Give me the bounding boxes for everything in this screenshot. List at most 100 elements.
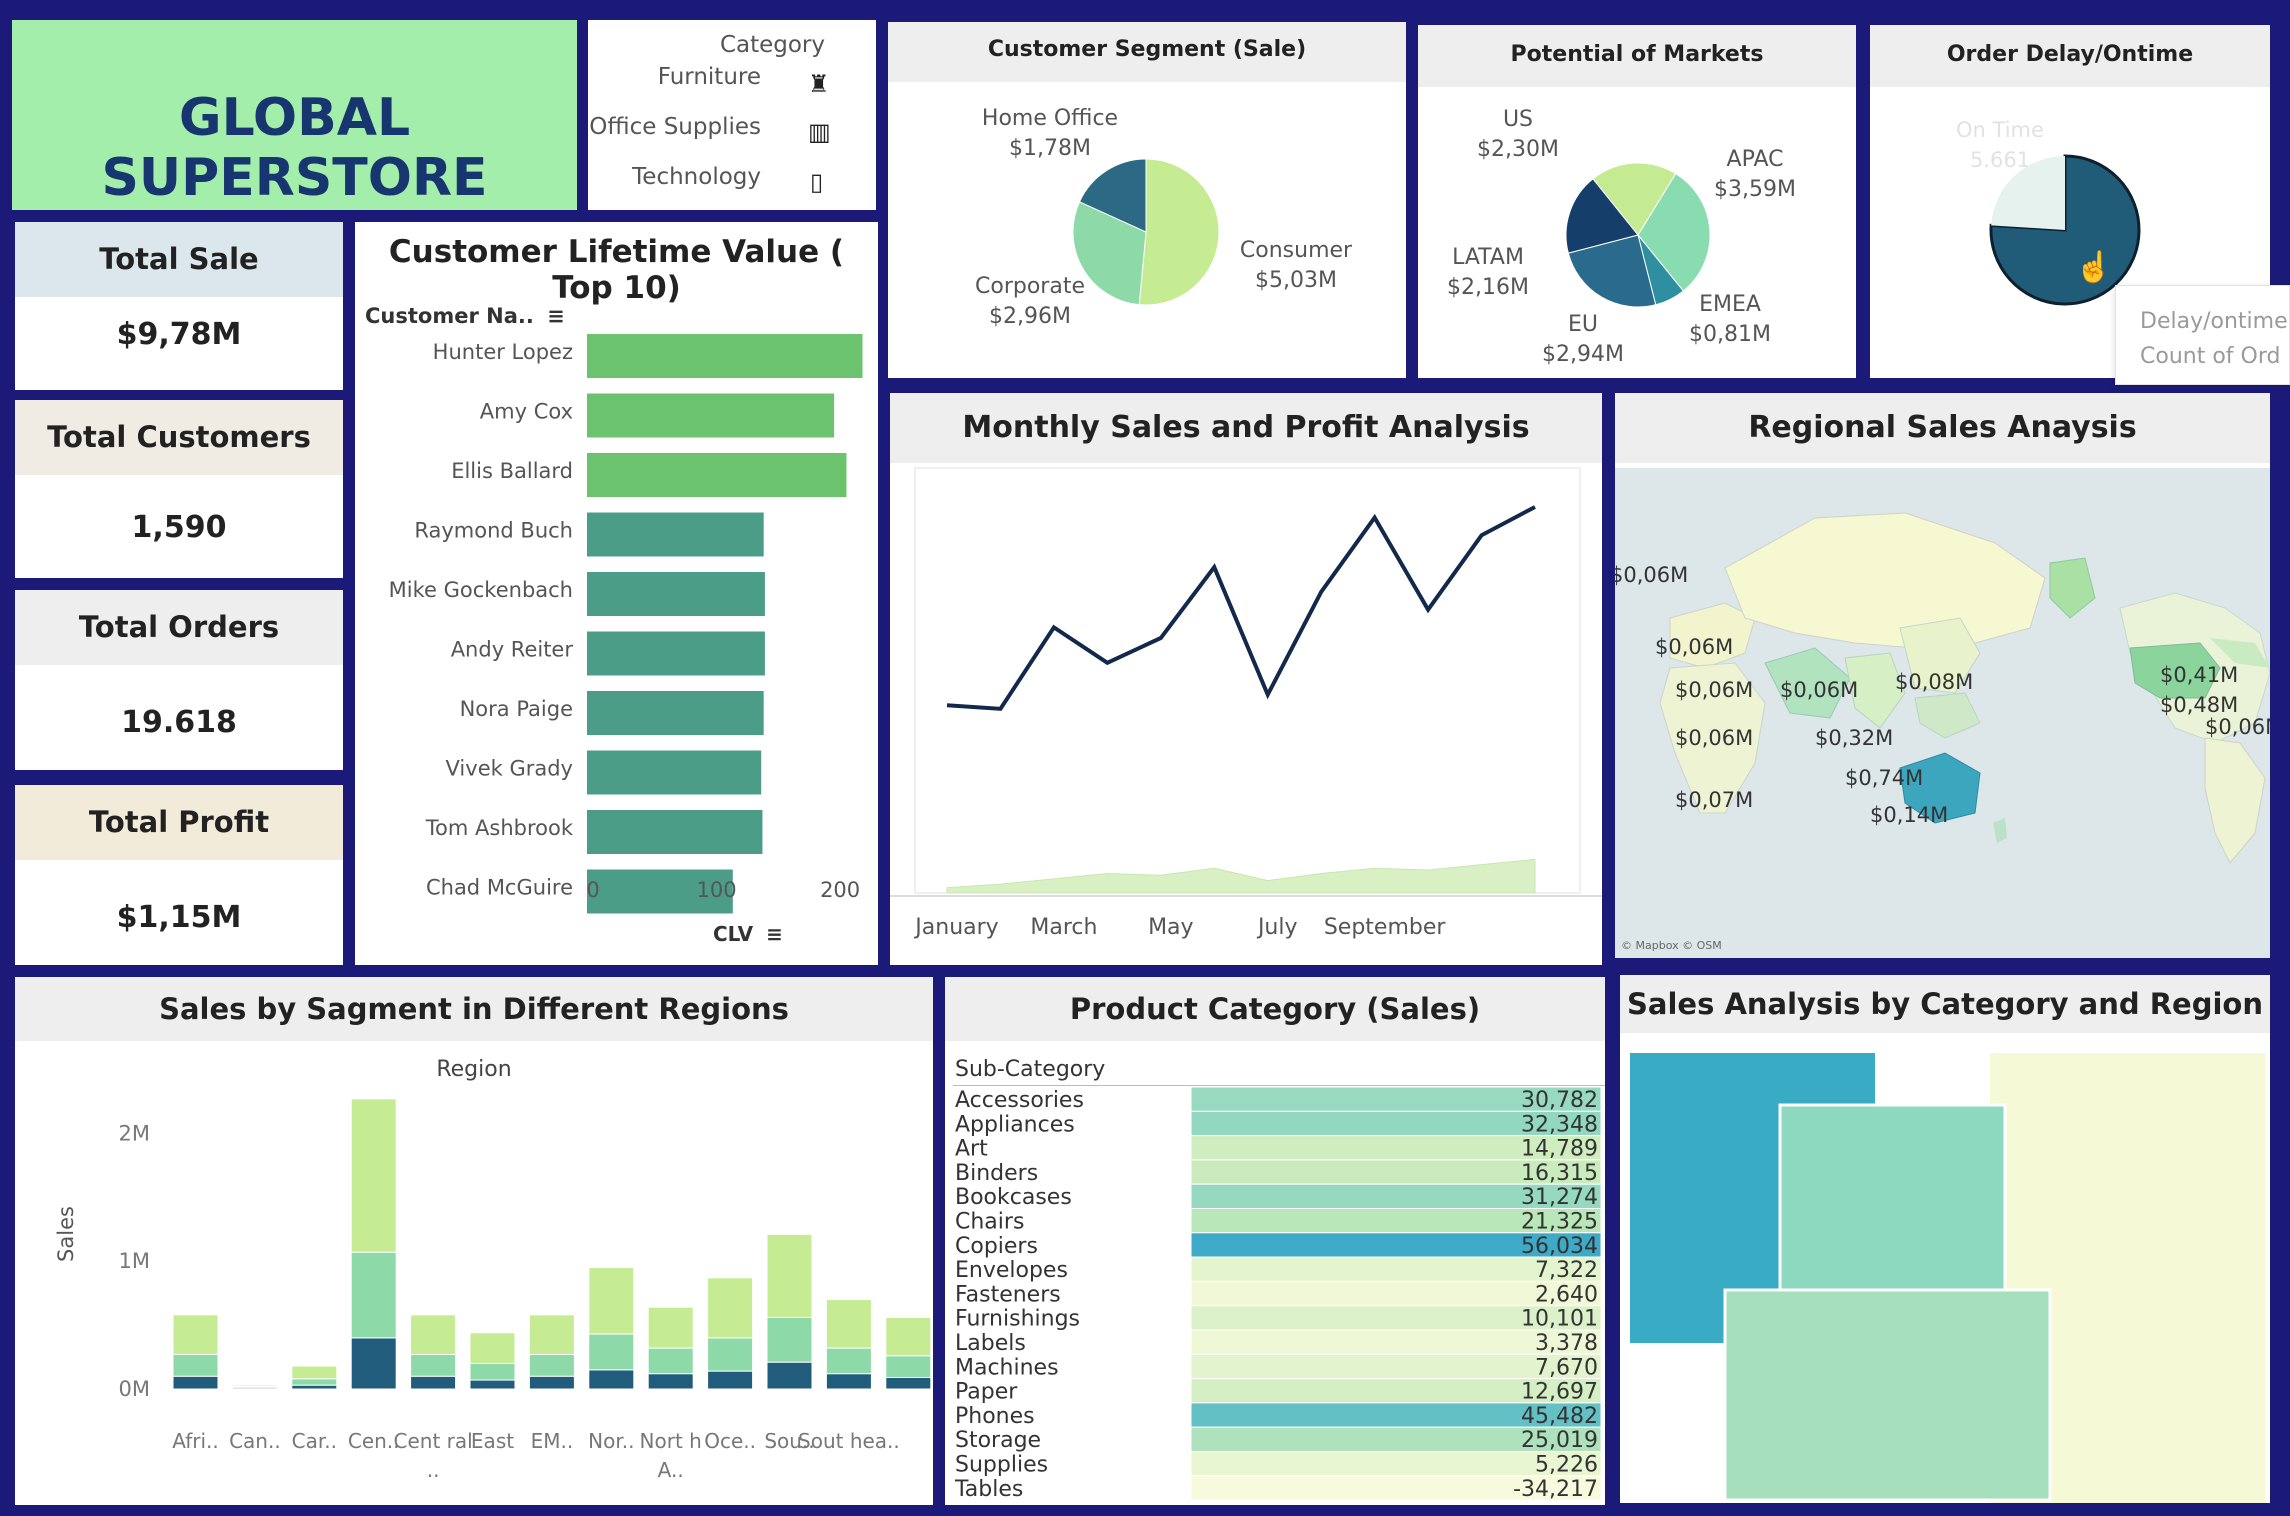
map-attribution: © Mapbox © OSM [1621,939,1722,952]
mkt-latam-value: $2,16M [1447,275,1529,300]
map-value-label: $0,74M [1845,766,1924,790]
map-value-label: $0,14M [1870,803,1949,827]
legend-item-furniture[interactable]: Furniture ♜ [588,62,876,106]
month-tick-label: May [1148,915,1193,940]
stacked-bar-segment [469,1362,516,1381]
region-tick-label: Sout hea.. [798,1429,900,1453]
sales-value: 14,789 [1521,1137,1598,1162]
kpi-total-customers-label: Total Customers [15,400,343,475]
map-value-label: $0,07M [1675,788,1754,812]
kpi-total-customers: Total Customers 1,590 [15,400,343,578]
stacked-bar-segment [885,1316,932,1357]
clv-row-label: Chad McGuire [426,876,573,900]
mkt-eu-value: $2,94M [1542,342,1624,367]
legend-item-technology[interactable]: Technology ▯ [588,162,876,206]
sales-value: 3,378 [1535,1331,1598,1356]
stacked-bar-segment [410,1375,457,1390]
month-tick-label: July [1256,915,1298,940]
sales-value: 7,322 [1535,1258,1598,1283]
subcategory-label: Envelopes [955,1258,1068,1283]
clv-row-label: Amy Cox [480,400,573,424]
seg-consumer-name: Consumer [1239,238,1353,263]
sales-value: 56,034 [1521,1234,1598,1259]
legend-label-furniture: Furniture [657,64,761,90]
stacked-bar-segment [766,1316,813,1363]
title-panel: GLOBAL SUPERSTORE [12,20,577,210]
seg-home-office-value: $1,78M [1009,136,1091,161]
clv-bar [587,810,763,854]
kpi-total-orders-value: 19.618 [121,705,237,740]
kpi-total-sale-value: $9,78M [116,317,242,352]
subcategory-label: Supplies [955,1453,1048,1478]
legend-item-office-supplies[interactable]: Office Supplies ▥ [588,112,876,156]
stacked-bar-segment [291,1384,338,1390]
y-tick-label: 1M [119,1249,150,1273]
phone-icon: ▯ [810,169,824,196]
stacked-bar-segment [291,1365,338,1380]
stacked-bar-segment [825,1347,872,1375]
clv-row-label: Tom Ashbrook [425,816,574,840]
subcategory-label: Binders [955,1161,1038,1186]
mkt-apac-value: $3,59M [1714,177,1796,202]
seg-corporate-value: $2,96M [989,304,1071,329]
region-tick-label: Oce.. [704,1429,756,1453]
tile-light-green [1723,1288,2052,1502]
region-tick-label: A.. [658,1458,684,1482]
mkt-label-us: US $2,30M [1463,105,1573,165]
subcategory-label: Labels [955,1331,1026,1356]
stacked-bar-segment [766,1233,813,1318]
subcategory-label: Storage [955,1428,1041,1453]
stacked-bar-segment [825,1373,872,1390]
stacked-bar-segment [707,1370,754,1390]
legend-label-office-supplies: Office Supplies [589,114,761,140]
stacked-bar-segment [885,1376,932,1390]
clv-bar [587,750,762,795]
stacked-bar-segment [647,1373,694,1390]
segment-slice-consumer [1138,158,1220,306]
stacked-bar-segment [469,1379,516,1390]
subcategory-label: Chairs [955,1210,1024,1235]
stacked-bar-segment [528,1314,575,1355]
clv-row-label: Raymond Buch [414,519,573,543]
subcategory-label: Fasteners [955,1282,1061,1307]
tooltip-line-2: Count of Ord [2140,344,2281,369]
stacked-bar-segment [172,1375,219,1390]
sales-value: 10,101 [1521,1307,1598,1332]
stacked-bar-segment [588,1333,635,1371]
month-tick-label: January [913,915,998,940]
clv-axis-text: CLV [713,922,754,946]
seg-label-consumer: Consumer $5,03M [1216,236,1376,296]
tooltip: Delay/ontime Count of Ord [2115,285,2290,385]
clv-row-label: Andy Reiter [451,638,574,662]
map-value-label: $0,06M [1655,635,1734,659]
clv-row-label: Vivek Grady [446,757,573,781]
map-value-label: $0,06M [1780,678,1859,702]
stacked-bar-segment [707,1337,754,1372]
stacked-bar-segment [528,1353,575,1377]
map-value-label: $0,41M [2160,663,2239,687]
mkt-label-latam: LATAM $2,16M [1433,243,1543,303]
regional-panel: Regional Sales Anaysis $0,06M $0,06M $0,08… [1615,393,2270,958]
monthly-line-chart: January March May July September [890,467,1602,940]
subcategory-label: Paper [955,1380,1018,1405]
stacked-bar-segment [528,1375,575,1390]
seg-home-office-name: Home Office [981,106,1119,131]
clv-bar [587,334,863,378]
stacked-bar-segment [172,1353,219,1377]
stacked-bar-segment [231,1384,278,1387]
legend-title: Category [719,32,825,58]
region-tick-label: Car.. [292,1429,337,1453]
y-tick-label: 2M [119,1121,150,1145]
stacked-bar-segment [350,1098,397,1253]
category-region-treemap [1630,1053,2270,1503]
kpi-total-sale: Total Sale $9,78M [15,222,343,390]
region-tick-label: Afri.. [172,1429,219,1453]
stacked-bar-segment [766,1361,813,1390]
region-tick-label: .. [427,1458,440,1482]
page-title: GLOBAL SUPERSTORE [101,88,488,208]
stacked-bar-segment [647,1347,694,1375]
region-tick-label: Nor.. [588,1429,634,1453]
clv-axis-label[interactable]: CLV ≡ [713,922,783,946]
subcategory-label: Phones [955,1404,1035,1429]
category-region-panel: Sales Analysis by Category and Region [1620,975,2270,1503]
